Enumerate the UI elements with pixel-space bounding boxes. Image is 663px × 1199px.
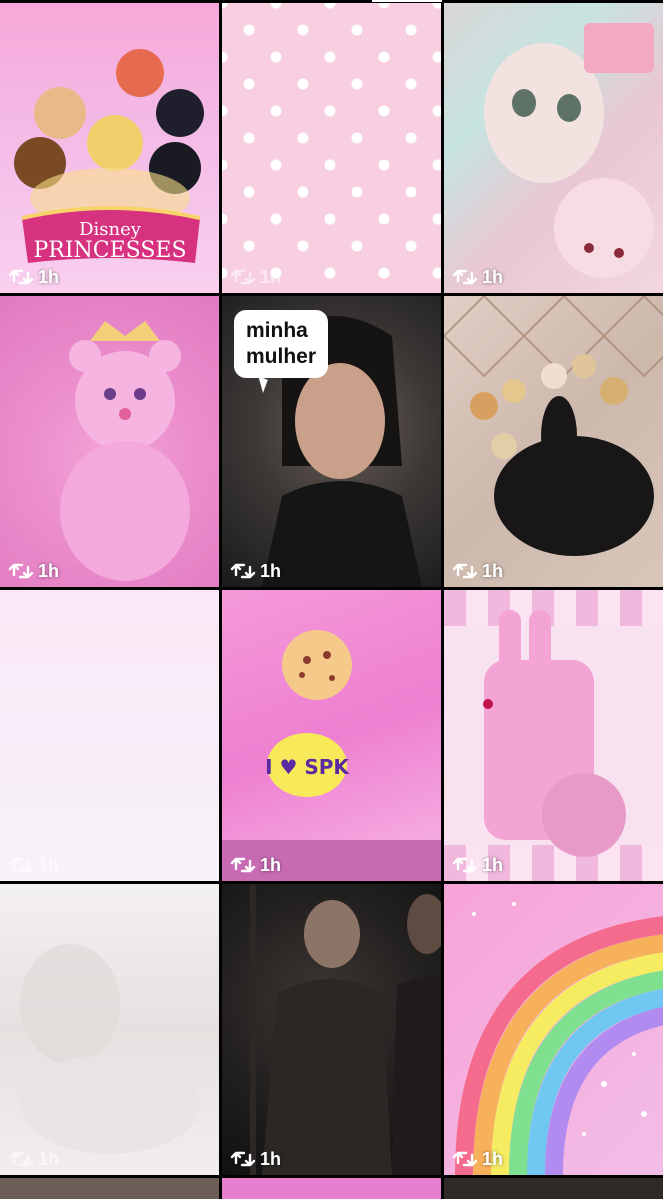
- repost-icon: [452, 269, 478, 285]
- teddy-bear-artwork: [60, 321, 190, 581]
- repost-icon: [230, 563, 256, 579]
- repost-icon: [230, 1151, 256, 1167]
- rainbow-artwork: [455, 902, 663, 1175]
- shirt-text: I ♥ SPK: [265, 755, 350, 779]
- repost-overlay: 1h: [8, 561, 59, 581]
- speech-bubble: minha mulher: [234, 310, 329, 378]
- repost-grid: Disney PRINCESSES 1h 1h 1h 1h minha mulh…: [0, 0, 663, 1199]
- repost-overlay: 1h: [8, 855, 59, 875]
- grid-tile-10[interactable]: 1h: [0, 884, 219, 1175]
- repost-time: 1h: [38, 1149, 60, 1169]
- repost-icon: [452, 1151, 478, 1167]
- repost-overlay: 1h: [230, 1149, 281, 1169]
- grid-tile-7[interactable]: 1h: [0, 590, 219, 881]
- repost-time: 1h: [38, 561, 60, 581]
- repost-time: 1h: [482, 1149, 504, 1169]
- misty-artwork: [20, 944, 200, 1154]
- repost-icon: [452, 857, 478, 873]
- grid-tile-1[interactable]: Disney PRINCESSES 1h: [0, 3, 219, 293]
- repost-icon: [230, 269, 256, 285]
- repost-time: 1h: [260, 267, 282, 287]
- rabbit-artwork: [444, 296, 663, 556]
- grid-tile-11[interactable]: 1h: [222, 884, 441, 1175]
- princess-logo-line2: PRINCESSES: [33, 238, 186, 263]
- repost-icon: [8, 563, 34, 579]
- repost-icon: [452, 563, 478, 579]
- repost-time: 1h: [482, 855, 504, 875]
- grid-tile-12[interactable]: 1h: [444, 884, 663, 1175]
- grid-tile-6[interactable]: 1h: [444, 296, 663, 587]
- grid-tile-15-partial[interactable]: [444, 1178, 663, 1199]
- speech-line-1: minha: [246, 319, 308, 342]
- grid-tile-14-partial[interactable]: [222, 1178, 441, 1199]
- princess-artwork: Disney PRINCESSES: [14, 49, 204, 263]
- repost-time: 1h: [38, 855, 60, 875]
- repost-icon: [8, 1151, 34, 1167]
- repost-overlay: 1h: [452, 1149, 503, 1169]
- repost-time: 1h: [482, 267, 504, 287]
- repost-overlay: 1h: [230, 267, 281, 287]
- grid-tile-8[interactable]: I ♥ SPK 1h: [222, 590, 441, 881]
- repost-overlay: 1h: [8, 267, 59, 287]
- grid-tile-13-partial[interactable]: [0, 1178, 219, 1199]
- grid-tile-5[interactable]: minha mulher 1h: [222, 296, 441, 587]
- repost-icon: [8, 269, 34, 285]
- shopkins-artwork: I ♥ SPK: [222, 630, 441, 881]
- top-indicator: [372, 0, 442, 2]
- bunny-case-artwork: [483, 610, 626, 857]
- speech-line-2: mulher: [246, 345, 317, 368]
- repost-overlay: 1h: [452, 561, 503, 581]
- repost-time: 1h: [482, 561, 504, 581]
- repost-icon: [230, 857, 256, 873]
- repost-overlay: 1h: [230, 855, 281, 875]
- grid-tile-4[interactable]: 1h: [0, 296, 219, 587]
- repost-time: 1h: [260, 1149, 282, 1169]
- grid-tile-3[interactable]: 1h: [444, 3, 663, 293]
- repost-time: 1h: [38, 267, 60, 287]
- doll-artwork: [484, 23, 654, 278]
- princess-logo-line1: Disney: [79, 219, 142, 240]
- dark-scene-artwork: [250, 884, 441, 1175]
- grid-tile-2[interactable]: 1h: [222, 3, 441, 293]
- repost-icon: [8, 857, 34, 873]
- repost-overlay: 1h: [452, 267, 503, 287]
- grid-tile-9[interactable]: 1h: [444, 590, 663, 881]
- repost-overlay: 1h: [452, 855, 503, 875]
- repost-time: 1h: [260, 855, 282, 875]
- repost-overlay: 1h: [8, 1149, 59, 1169]
- repost-time: 1h: [260, 561, 282, 581]
- repost-overlay: 1h: [230, 561, 281, 581]
